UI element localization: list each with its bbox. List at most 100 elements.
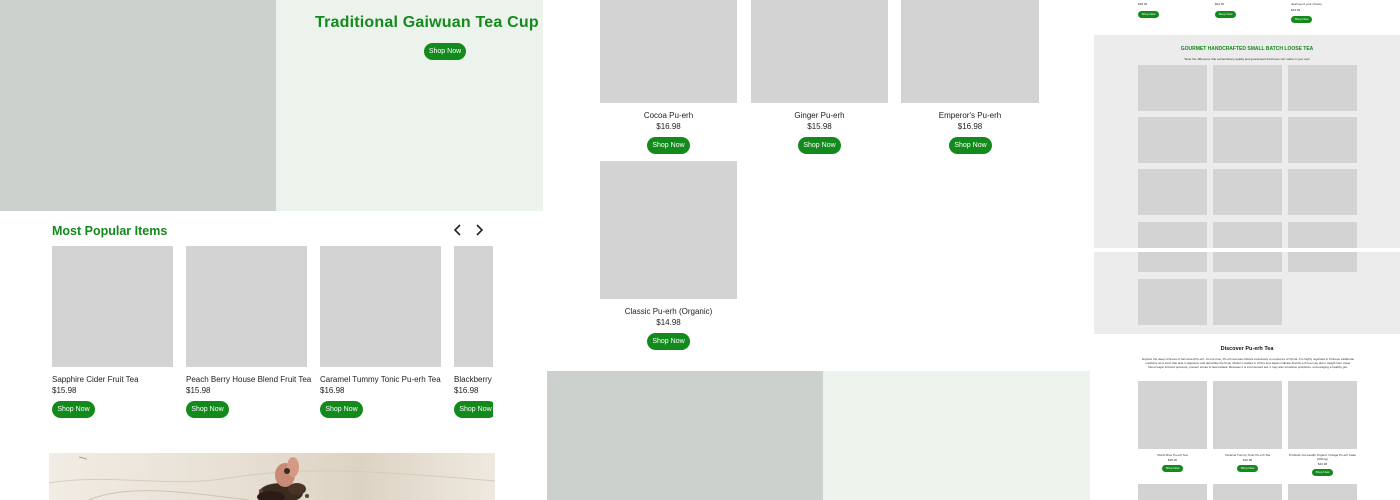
panel-puerh-grid: Cocoa Pu-erh $16.98 Shop Now Ginger Pu-e… — [543, 0, 1094, 500]
banner-panel-right — [823, 371, 1090, 500]
shop-now-button[interactable]: Shop Now — [647, 333, 690, 350]
product-name[interactable]: Emperor's Pu-erh — [901, 111, 1039, 120]
product-image[interactable] — [320, 246, 441, 367]
product-image[interactable] — [751, 0, 888, 103]
product-price: $14.98 — [656, 318, 681, 327]
top-price: $49.99 — [1291, 8, 1301, 12]
product-name[interactable]: Mochi Rice Pu-erh Tea — [1138, 453, 1207, 457]
product-name[interactable]: Caramel Tummy Tonic Pu-erh Tea — [1213, 453, 1282, 457]
product-price: $16.98 — [320, 386, 345, 395]
product-image[interactable] — [186, 246, 307, 367]
product-price: $15.98 — [52, 386, 77, 395]
product-price: $16.98 — [454, 386, 479, 395]
product-image[interactable] — [52, 246, 173, 367]
product-card[interactable]: Sapphire Cider Fruit Tea $15.98 Shop Now — [52, 246, 173, 421]
tile[interactable] — [1213, 222, 1282, 248]
top-price: $28.99 — [1138, 2, 1148, 6]
product-image[interactable] — [1288, 381, 1357, 449]
chevron-left-icon[interactable] — [452, 223, 464, 237]
hero-image-left — [0, 0, 276, 211]
shop-now-button[interactable]: Shop Now — [1138, 11, 1159, 18]
top-snippet: deal tea of your Choice — [1291, 2, 1322, 6]
tile[interactable] — [1288, 169, 1357, 215]
product-name[interactable]: Sapphire Cider Fruit Tea — [52, 375, 139, 384]
product-card[interactable]: Classic Pu-erh (Organic) $14.98 Shop Now — [600, 161, 737, 351]
shop-now-button[interactable]: Shop Now — [454, 401, 493, 418]
product-image[interactable] — [901, 0, 1039, 103]
shop-now-button[interactable]: Shop Now — [1215, 11, 1236, 18]
tile[interactable] — [1213, 65, 1282, 111]
shop-now-button[interactable]: Shop Now — [1312, 469, 1333, 476]
tile[interactable] — [1138, 117, 1207, 163]
product-name[interactable]: Peach Berry House Blend Fruit Tea — [186, 375, 311, 384]
discover-card[interactable]: Probiotic Gut Health Organic Vintage Pu-… — [1288, 381, 1357, 481]
top-price: $94.50 — [1215, 2, 1225, 6]
product-name[interactable]: Ginger Pu-erh — [751, 111, 888, 120]
tile[interactable] — [1138, 279, 1207, 325]
product-image[interactable] — [1138, 381, 1207, 449]
product-name[interactable]: Probiotic Gut Health Organic Vintage Pu-… — [1288, 453, 1357, 461]
hero-title: Traditional Gaiwuan Tea Cup & Gift — [315, 14, 543, 31]
shop-now-button[interactable]: Shop Now — [52, 401, 95, 418]
tile[interactable] — [1138, 252, 1207, 272]
discover-title: Discover Pu-erh Tea — [1220, 346, 1274, 352]
tile[interactable] — [1213, 484, 1282, 500]
discover-card[interactable]: Caramel Tummy Tonic Pu-erh Tea $16.98 Sh… — [1213, 381, 1282, 481]
product-price: $15.98 — [186, 386, 211, 395]
shop-now-button[interactable]: Shop Now — [1162, 465, 1183, 472]
tile[interactable] — [1213, 117, 1282, 163]
chevron-right-icon[interactable] — [473, 223, 485, 237]
panel-page-overview: $28.99 $94.50 deal tea of your Choice $4… — [1094, 0, 1400, 500]
product-price: $16.98 — [656, 122, 681, 131]
product-price: $28.95 — [1167, 458, 1178, 462]
product-card[interactable]: Cocoa Pu-erh $16.98 Shop Now — [600, 0, 737, 156]
product-card[interactable]: Emperor's Pu-erh $16.98 Shop Now — [901, 0, 1039, 156]
panel-home: Traditional Gaiwuan Tea Cup & Gift Shop … — [0, 0, 543, 500]
product-name[interactable]: Caramel Tummy Tonic Pu-erh Tea — [320, 375, 441, 384]
tile[interactable] — [1213, 169, 1282, 215]
gourmet-subtitle: Taste the difference that extraordinary … — [1184, 57, 1310, 61]
discover-body: Explore the deep richness of fermented P… — [1142, 357, 1354, 369]
tile[interactable] — [1138, 222, 1207, 248]
discover-card[interactable]: Mochi Rice Pu-erh Tea $28.95 Shop Now — [1138, 381, 1207, 481]
product-image[interactable] — [600, 161, 737, 299]
shop-now-button[interactable]: Shop Now — [1237, 465, 1258, 472]
shop-now-button[interactable]: Shop Now — [186, 401, 229, 418]
tile[interactable] — [1138, 169, 1207, 215]
gourmet-title: GOURMET HANDCRAFTED SMALL BATCH LOOSE TE… — [1180, 46, 1314, 52]
shop-now-button[interactable]: Shop Now — [647, 137, 690, 154]
product-image[interactable] — [454, 246, 493, 367]
tile[interactable] — [1288, 484, 1357, 500]
shop-now-button[interactable]: Shop Now — [949, 137, 992, 154]
product-price: $16.98 — [957, 122, 983, 131]
hero-shop-now-button[interactable]: Shop Now — [424, 43, 466, 60]
product-name[interactable]: Blackberry — [454, 375, 492, 384]
product-price: $15.98 — [807, 122, 832, 131]
gourmet-grid — [1138, 65, 1358, 248]
product-card[interactable]: Caramel Tummy Tonic Pu-erh Tea $16.98 Sh… — [320, 246, 441, 421]
product-card[interactable]: Peach Berry House Blend Fruit Tea $15.98… — [186, 246, 311, 421]
product-card[interactable]: Blackberry $16.98 Shop Now — [454, 246, 493, 421]
tile[interactable] — [1213, 252, 1282, 272]
tea-leaves-photo — [49, 453, 495, 500]
product-price: $16.98 — [1242, 458, 1253, 462]
tile[interactable] — [1138, 484, 1207, 500]
tile[interactable] — [1213, 279, 1282, 325]
shop-now-button[interactable]: Shop Now — [798, 137, 841, 154]
shop-now-button[interactable]: Shop Now — [320, 401, 363, 418]
product-image[interactable] — [600, 0, 737, 103]
product-image[interactable] — [1213, 381, 1282, 449]
tile[interactable] — [1288, 65, 1357, 111]
tile[interactable] — [1138, 65, 1207, 111]
popular-carousel: Sapphire Cider Fruit Tea $15.98 Shop Now… — [0, 246, 493, 426]
product-card[interactable]: Ginger Pu-erh $15.98 Shop Now — [751, 0, 888, 156]
banner-image-left — [547, 371, 823, 500]
product-price: $64.98 — [1317, 462, 1328, 466]
tile[interactable] — [1288, 117, 1357, 163]
shop-now-button[interactable]: Shop Now — [1291, 16, 1312, 23]
tile[interactable] — [1288, 222, 1357, 248]
product-name[interactable]: Classic Pu-erh (Organic) — [600, 307, 737, 316]
product-name[interactable]: Cocoa Pu-erh — [600, 111, 737, 120]
popular-heading: Most Popular Items — [52, 224, 168, 238]
tile[interactable] — [1288, 252, 1357, 272]
